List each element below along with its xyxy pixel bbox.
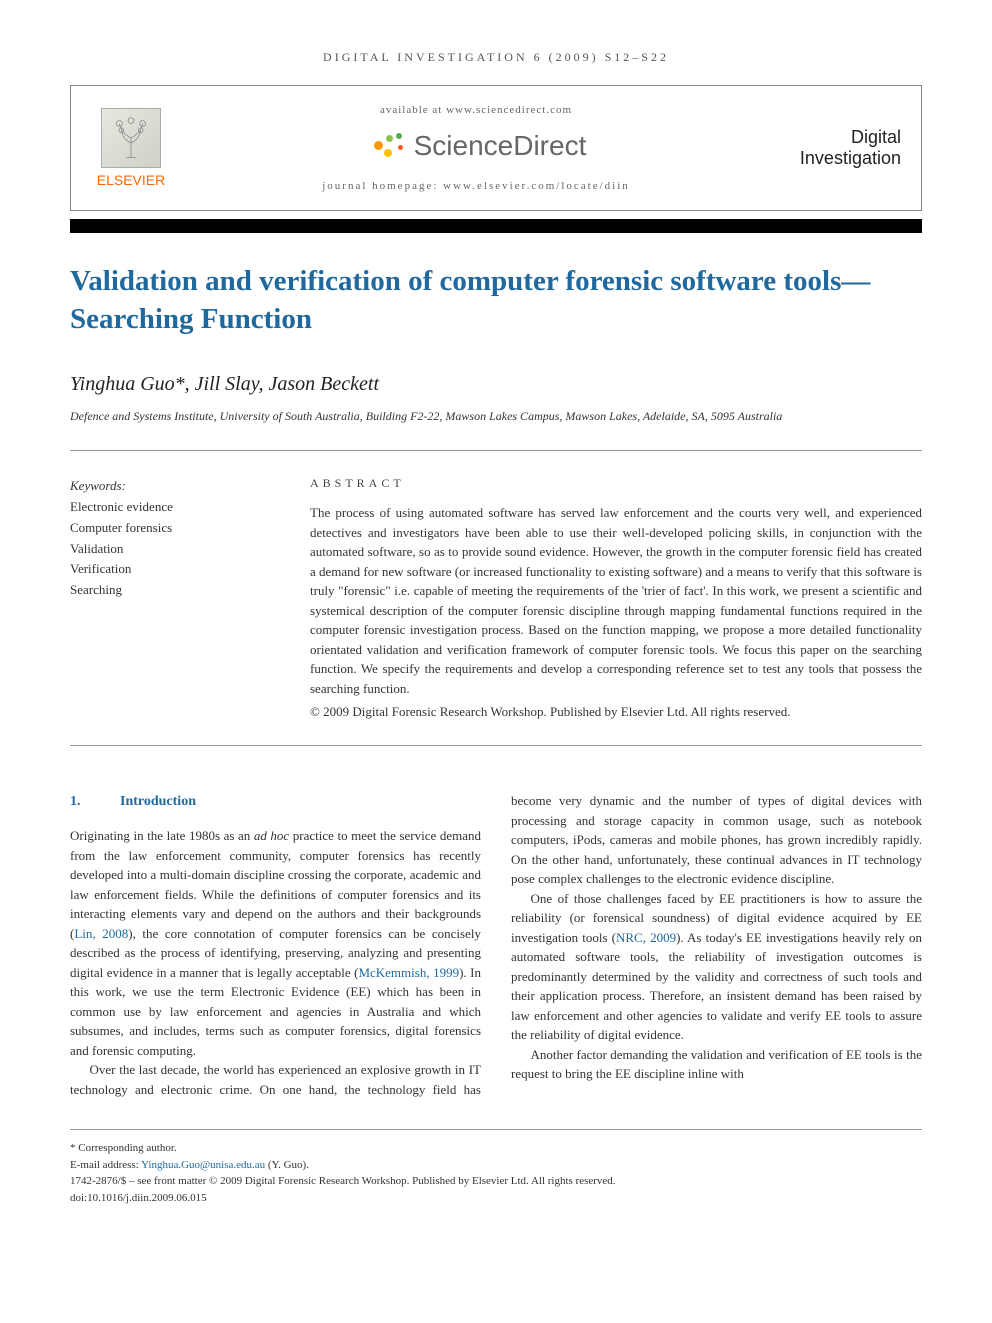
citation-link[interactable]: NRC, 2009 — [616, 930, 676, 945]
journal-cover-logo: Digital Investigation — [781, 127, 901, 169]
corresponding-author: * Corresponding author. — [70, 1140, 922, 1157]
body-section: 1.Introduction Originating in the late 1… — [70, 791, 922, 1099]
journal-name-line1: Digital — [781, 127, 901, 148]
divider — [70, 745, 922, 746]
journal-header-box: ELSEVIER available at www.sciencedirect.… — [70, 85, 922, 211]
sciencedirect-dots-icon — [366, 131, 406, 161]
abstract-section: Keywords: Electronic evidence Computer f… — [70, 451, 922, 745]
affiliation: Defence and Systems Institute, Universit… — [70, 408, 922, 425]
section-heading: 1.Introduction — [70, 791, 481, 812]
article-footer: * Corresponding author. E-mail address: … — [70, 1129, 922, 1206]
citation-link[interactable]: Lin, 2008 — [74, 926, 128, 941]
abstract-column: ABSTRACT The process of using automated … — [310, 476, 922, 720]
elsevier-tree-icon — [101, 108, 161, 168]
article-title: Validation and verification of computer … — [70, 263, 922, 338]
abstract-text: The process of using automated software … — [310, 503, 922, 698]
body-paragraph: One of those challenges faced by EE prac… — [511, 889, 922, 1045]
journal-name-line2: Investigation — [781, 148, 901, 169]
keyword: Validation — [70, 539, 250, 560]
elsevier-logo: ELSEVIER — [91, 108, 171, 188]
journal-homepage: journal homepage: www.elsevier.com/locat… — [171, 180, 781, 192]
section-number: 1. — [70, 791, 120, 812]
running-head: DIGITAL INVESTIGATION 6 (2009) S12–S22 — [70, 50, 922, 65]
sciencedirect-text: ScienceDirect — [414, 130, 587, 162]
keywords-column: Keywords: Electronic evidence Computer f… — [70, 476, 250, 720]
section-title: Introduction — [120, 794, 196, 809]
keywords-heading: Keywords: — [70, 476, 250, 497]
body-paragraph: Another factor demanding the validation … — [511, 1045, 922, 1084]
separator-bar — [70, 219, 922, 233]
citation-link[interactable]: McKemmish, 1999 — [358, 965, 459, 980]
sciencedirect-logo: ScienceDirect — [366, 130, 587, 162]
keyword: Electronic evidence — [70, 497, 250, 518]
email-link[interactable]: Yinghua.Guo@unisa.edu.au — [141, 1159, 265, 1171]
body-paragraph: Originating in the late 1980s as an ad h… — [70, 826, 481, 1060]
authors: Yinghua Guo*, Jill Slay, Jason Beckett — [70, 373, 922, 396]
available-at-text: available at www.sciencedirect.com — [171, 104, 781, 116]
doi: doi:10.1016/j.diin.2009.06.015 — [70, 1190, 922, 1207]
email-line: E-mail address: Yinghua.Guo@unisa.edu.au… — [70, 1157, 922, 1174]
header-center: available at www.sciencedirect.com Scien… — [171, 104, 781, 192]
keyword: Computer forensics — [70, 518, 250, 539]
keyword: Searching — [70, 580, 250, 601]
abstract-copyright: © 2009 Digital Forensic Research Worksho… — [310, 704, 922, 720]
abstract-heading: ABSTRACT — [310, 476, 922, 491]
issn-copyright: 1742-2876/$ – see front matter © 2009 Di… — [70, 1173, 922, 1190]
elsevier-text: ELSEVIER — [91, 172, 171, 188]
keyword: Verification — [70, 559, 250, 580]
